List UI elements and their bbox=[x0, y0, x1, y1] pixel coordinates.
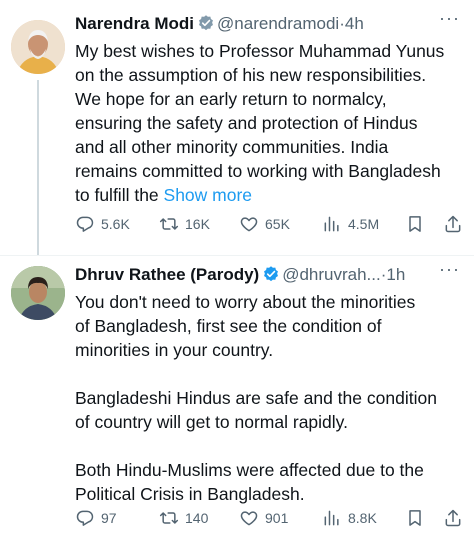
reply-icon bbox=[76, 510, 94, 526]
tweet-narendra-modi[interactable]: Narendra Modi @narendramodi·4h ··· My bes… bbox=[0, 0, 474, 256]
verified-badge-icon[interactable] bbox=[197, 14, 215, 32]
more-icon[interactable]: ··· bbox=[439, 8, 460, 29]
like-icon bbox=[240, 217, 258, 232]
bookmark-icon bbox=[409, 216, 421, 232]
timestamp[interactable]: 1h bbox=[386, 265, 405, 284]
share-icon bbox=[445, 509, 461, 527]
repost-count: 16K bbox=[185, 216, 210, 232]
reply-button[interactable]: 97 bbox=[75, 506, 117, 530]
avatar[interactable] bbox=[11, 266, 65, 320]
views-icon bbox=[324, 216, 339, 232]
tweet-text-content: My best wishes to Professor Muhammad Yun… bbox=[75, 41, 445, 205]
share-button[interactable] bbox=[443, 506, 463, 530]
repost-button[interactable]: 140 bbox=[159, 506, 208, 530]
bookmark-button[interactable] bbox=[405, 506, 425, 530]
tweet-text: My best wishes to Professor Muhammad Yun… bbox=[75, 39, 467, 207]
like-count: 901 bbox=[265, 510, 289, 526]
like-button[interactable]: 901 bbox=[239, 506, 288, 530]
views-count: 8.8K bbox=[348, 510, 377, 526]
repost-count: 140 bbox=[185, 510, 209, 526]
handle[interactable]: @narendramodi bbox=[217, 14, 339, 33]
reply-button[interactable]: 5.6K bbox=[75, 212, 130, 236]
views-button[interactable]: 8.8K bbox=[322, 506, 377, 530]
more-icon[interactable]: ··· bbox=[439, 259, 460, 280]
share-icon bbox=[445, 215, 461, 233]
verified-badge-icon[interactable] bbox=[262, 265, 280, 283]
display-name[interactable]: Dhruv Rathee (Parody) bbox=[75, 265, 259, 284]
avatar-image bbox=[11, 20, 65, 74]
show-more-link[interactable]: Show more bbox=[164, 185, 253, 205]
reply-count: 97 bbox=[101, 510, 117, 526]
bookmark-icon bbox=[409, 510, 421, 526]
tweet-header: Dhruv Rathee (Parody) @dhruvrah...·1h bbox=[75, 264, 405, 286]
repost-icon bbox=[159, 218, 179, 230]
tweet-header: Narendra Modi @narendramodi·4h bbox=[75, 13, 364, 35]
action-bar: 97 140 901 8.8K bbox=[75, 506, 467, 530]
like-count: 65K bbox=[265, 216, 290, 232]
reply-icon bbox=[76, 216, 94, 232]
avatar-image bbox=[11, 266, 65, 320]
share-button[interactable] bbox=[443, 212, 463, 236]
action-bar: 5.6K 16K 65K 4.5M bbox=[75, 212, 467, 236]
views-count: 4.5M bbox=[348, 216, 380, 232]
tweet-text: You don't need to worry about the minori… bbox=[75, 292, 437, 504]
handle[interactable]: @dhruvrah... bbox=[282, 265, 381, 284]
repost-icon bbox=[159, 512, 179, 524]
like-button[interactable]: 65K bbox=[239, 212, 290, 236]
tweet-dhruv-rathee-parody[interactable]: Dhruv Rathee (Parody) @dhruvrah...·1h ···… bbox=[0, 256, 474, 560]
like-icon bbox=[240, 511, 258, 526]
thread-line bbox=[37, 80, 39, 256]
avatar[interactable] bbox=[11, 20, 65, 74]
bookmark-button[interactable] bbox=[405, 212, 425, 236]
display-name[interactable]: Narendra Modi bbox=[75, 14, 194, 33]
reply-count: 5.6K bbox=[101, 216, 130, 232]
timestamp[interactable]: 4h bbox=[345, 14, 364, 33]
repost-button[interactable]: 16K bbox=[159, 212, 210, 236]
views-icon bbox=[324, 510, 339, 526]
views-button[interactable]: 4.5M bbox=[322, 212, 379, 236]
